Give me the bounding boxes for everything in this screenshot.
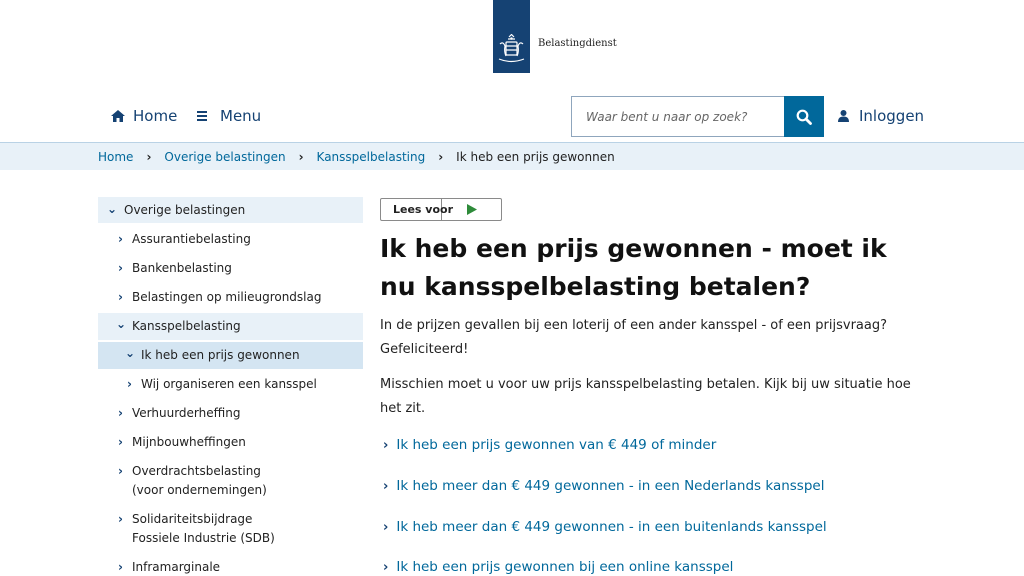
sidebar-item-inframarginale[interactable]: › Inframarginale (98, 558, 363, 576)
breadcrumb: Home › Overige belastingen › Kansspelbel… (98, 150, 615, 164)
menu-button[interactable]: Menu (197, 107, 261, 125)
chevron-right-icon: › (127, 377, 132, 391)
read-aloud-button[interactable]: Lees voor (381, 199, 453, 220)
sidebar-item-label: Kansspelbelasting (132, 319, 241, 333)
login-label: Inloggen (859, 107, 925, 125)
breadcrumb-kansspelbelasting[interactable]: Kansspelbelasting (317, 150, 426, 164)
situation-paragraph: Misschien moet u voor uw prijs kansspelb… (380, 377, 911, 416)
chevron-right-icon: › (118, 232, 123, 246)
chevron-right-icon: › (118, 435, 123, 449)
home-icon (111, 110, 125, 122)
breadcrumb-current: Ik heb een prijs gewonnen (456, 150, 615, 164)
sidebar-item-label: Bankenbelasting (132, 261, 232, 275)
sidebar-item-label: Verhuurderheffing (132, 406, 241, 420)
play-icon (466, 204, 477, 215)
link-prijs-449-of-minder[interactable]: › Ik heb een prijs gewonnen van € 449 of… (383, 437, 716, 453)
breadcrumb-home[interactable]: Home (98, 150, 133, 164)
play-button[interactable] (442, 199, 501, 220)
sidebar-item-milieugrondslag[interactable]: › Belastingen op milieugrondslag (98, 288, 363, 307)
home-nav-link[interactable]: Home (111, 107, 177, 125)
sidebar-item-bankenbelasting[interactable]: › Bankenbelasting (98, 259, 363, 278)
chevron-right-icon: › (383, 437, 389, 453)
sidebar-item-label: Mijnbouwheffingen (132, 435, 246, 449)
link-nederlands-kansspel[interactable]: › Ik heb meer dan € 449 gewonnen - in ee… (383, 478, 824, 494)
sidebar-item-label: Assurantiebelasting (132, 232, 251, 246)
royal-crest-icon (498, 34, 525, 63)
sidebar-item-prijs-gewonnen[interactable]: ⌄ Ik heb een prijs gewonnen (98, 342, 363, 369)
chevron-right-icon: › (118, 290, 123, 304)
chevron-right-icon: › (438, 150, 444, 164)
chevron-down-icon: ⌄ (116, 317, 127, 331)
sidebar-item-kansspelbelasting[interactable]: ⌄ Kansspelbelasting (98, 313, 363, 340)
page-title: Ik heb een prijs gewonnen - moet ik nu k… (380, 234, 887, 301)
sidebar-item-label: Belastingen op milieugrondslag (132, 290, 322, 304)
hamburger-icon (197, 109, 207, 123)
sidebar-item-assurantiebelasting[interactable]: › Assurantiebelasting (98, 230, 363, 249)
intro-paragraph: In de prijzen gevallen bij een loterij o… (380, 318, 888, 357)
sidebar-item-overige-belastingen[interactable]: ⌄ Overige belastingen (98, 197, 363, 223)
sidebar-item-label: Wij organiseren een kansspel (141, 377, 317, 391)
sidebar-item-solidariteitsbijdrage[interactable]: › Solidariteitsbijdrage Fossiele Industr… (98, 510, 363, 548)
sidebar-item-verhuurderheffing[interactable]: › Verhuurderheffing (98, 404, 363, 423)
sidebar-item-label-line2: Fossiele Industrie (SDB) (132, 531, 275, 545)
chevron-right-icon: › (118, 512, 123, 526)
chevron-right-icon: › (118, 560, 123, 574)
sidebar-item-overdrachtsbelasting[interactable]: › Overdrachtsbelasting (voor onderneming… (98, 462, 363, 500)
home-nav-label: Home (133, 107, 178, 125)
sidebar-item-label-line2: (voor ondernemingen) (132, 483, 267, 497)
breadcrumb-bar: Home › Overige belastingen › Kansspelbel… (0, 142, 1024, 170)
chevron-down-icon: ⌄ (107, 202, 118, 216)
chevron-right-icon: › (118, 406, 123, 420)
login-link[interactable]: Inloggen (838, 107, 924, 125)
user-icon (838, 110, 849, 122)
sidebar-item-label: Ik heb een prijs gewonnen (141, 348, 300, 362)
link-label: Ik heb meer dan € 449 gewonnen - in een … (396, 519, 827, 535)
sidebar-item-label: Overige belastingen (124, 203, 246, 217)
link-label: Ik heb een prijs gewonnen van € 449 of m… (396, 437, 717, 453)
sidebar-item-label: Inframarginale (132, 560, 221, 574)
link-label: Ik heb meer dan € 449 gewonnen - in een … (396, 478, 825, 494)
chevron-right-icon: › (383, 559, 389, 575)
logo-bar[interactable] (493, 0, 530, 73)
search-input[interactable] (571, 96, 784, 137)
sidebar-item-mijnbouwheffingen[interactable]: › Mijnbouwheffingen (98, 433, 363, 452)
chevron-right-icon: › (118, 261, 123, 275)
readspeaker-widget: Lees voor (380, 198, 502, 221)
chevron-right-icon: › (298, 150, 304, 164)
link-label: Ik heb een prijs gewonnen bij een online… (396, 559, 734, 575)
search-icon (796, 109, 812, 125)
chevron-right-icon: › (118, 464, 123, 478)
sidebar-item-label: Overdrachtsbelasting (132, 464, 261, 478)
chevron-right-icon: › (383, 478, 389, 494)
chevron-right-icon: › (146, 150, 152, 164)
logo-text[interactable]: Belastingdienst (538, 38, 617, 49)
link-buitenlands-kansspel[interactable]: › Ik heb meer dan € 449 gewonnen - in ee… (383, 519, 827, 535)
link-online-kansspel[interactable]: › Ik heb een prijs gewonnen bij een onli… (383, 559, 733, 575)
chevron-right-icon: › (383, 519, 389, 535)
breadcrumb-overige-belastingen[interactable]: Overige belastingen (164, 150, 285, 164)
menu-label: Menu (220, 107, 262, 125)
sidebar-item-label: Solidariteitsbijdrage (132, 512, 253, 526)
chevron-down-icon: ⌄ (125, 346, 136, 360)
sidebar-item-kansspel-organiseren[interactable]: › Wij organiseren een kansspel (98, 375, 363, 394)
search-button[interactable] (784, 96, 824, 137)
